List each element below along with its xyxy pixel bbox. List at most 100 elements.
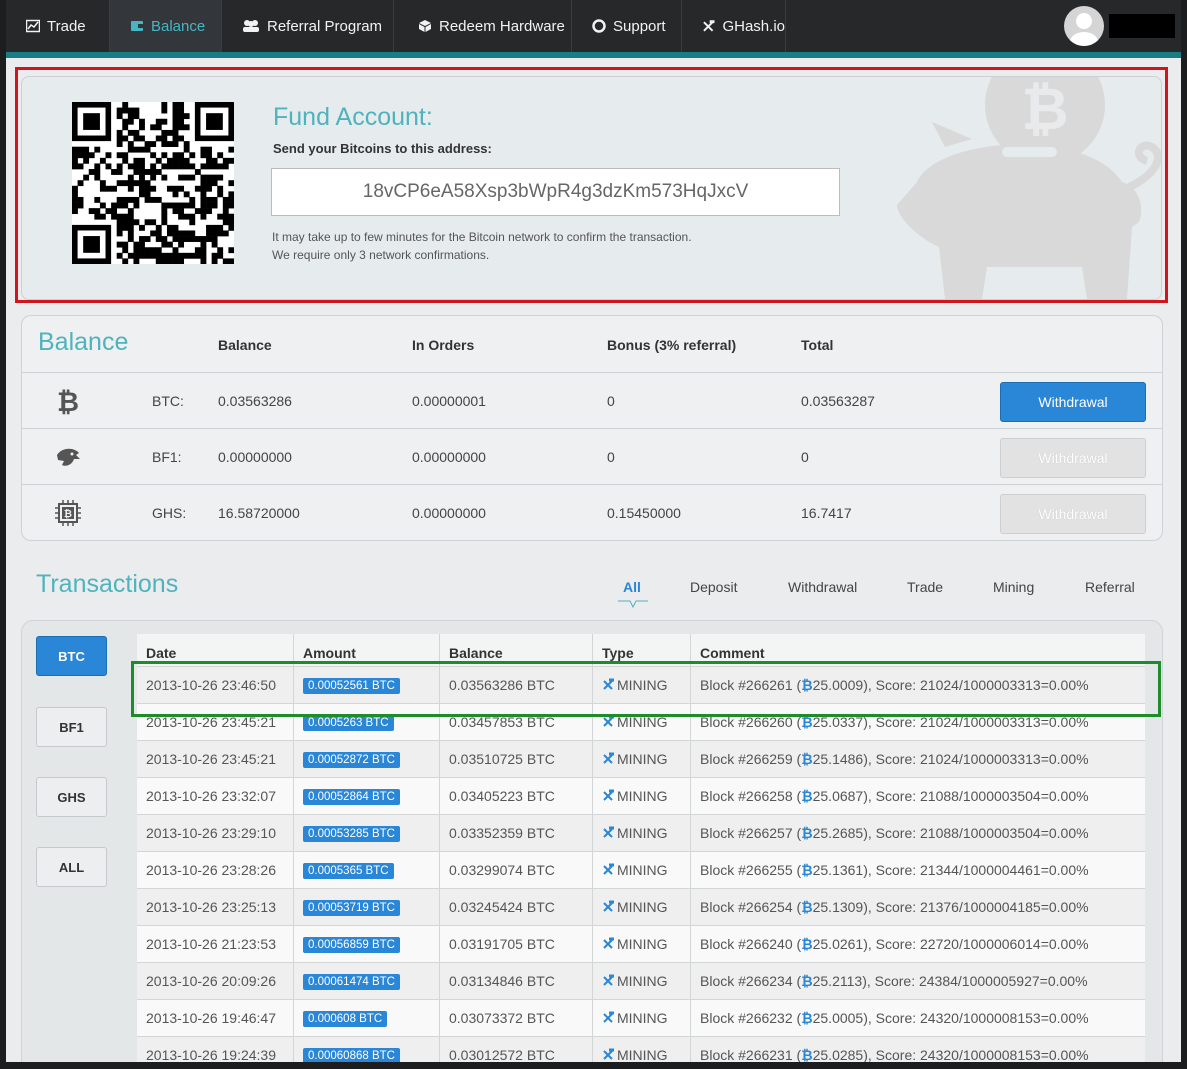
wallet-icon xyxy=(131,21,143,31)
block-score: ), Score: 21376/1000004185=0.00% xyxy=(863,899,1089,915)
block-reward: 25.0261 xyxy=(812,936,864,952)
col-header-balance: Balance xyxy=(218,337,272,353)
currency-filter-bf1[interactable]: BF1 xyxy=(36,707,107,747)
block-reward: 25.1309 xyxy=(812,899,864,915)
block-link[interactable]: Block #266234 ( xyxy=(700,973,801,989)
nav-item-trade[interactable]: Trade xyxy=(6,0,110,52)
block-reward: 25.0005 xyxy=(812,1010,864,1026)
tx-amount: 0.00053285 BTC xyxy=(303,815,400,851)
nav-item-balance[interactable]: Balance xyxy=(110,0,222,52)
block-link[interactable]: Block #266261 ( xyxy=(700,677,801,693)
tx-comment: Block #266261 (₿25.0009), Score: 21024/1… xyxy=(700,667,1089,703)
nav-label: Redeem Hardware xyxy=(439,17,565,35)
block-reward: 25.0687 xyxy=(812,788,864,804)
qr-code-icon xyxy=(72,102,234,264)
table-row: 2013-10-26 23:46:50 0.00052561 BTC 0.03563… xyxy=(137,667,1145,704)
bitcoin-icon: ₿ xyxy=(801,789,813,805)
table-row: 2013-10-26 21:23:53 0.00056859 BTC 0.03191… xyxy=(137,926,1145,963)
currency-filter-all[interactable]: ALL xyxy=(36,847,107,887)
table-row: 2013-10-26 20:09:26 0.00061474 BTC 0.03134… xyxy=(137,963,1145,1000)
tx-type: MINING xyxy=(602,889,668,925)
tx-balance: 0.03457853 BTC xyxy=(449,714,555,730)
tx-date: 2013-10-26 23:28:26 xyxy=(146,862,276,878)
bitcoin-icon: ₿ xyxy=(801,678,813,694)
tx-type-label: MINING xyxy=(617,973,668,989)
tx-amount: 0.00052872 BTC xyxy=(303,741,400,777)
tx-type: MINING xyxy=(602,815,668,851)
col-header-bonus: Bonus (3% referral) xyxy=(607,337,737,353)
mining-tools-icon xyxy=(603,826,614,838)
col-header-comment: Comment xyxy=(700,645,765,661)
table-row: 2013-10-26 23:28:26 0.0005365 BTC 0.032990… xyxy=(137,852,1145,889)
block-link[interactable]: Block #266260 ( xyxy=(700,714,801,730)
tx-amount: 0.00056859 BTC xyxy=(303,926,400,962)
balance-title: Balance xyxy=(38,328,129,356)
column-divider xyxy=(690,634,691,1062)
tab-mining[interactable]: Mining xyxy=(993,579,1034,595)
nav-item-ghash[interactable]: GHash.io xyxy=(682,0,786,52)
balance-value: 16.58720000 xyxy=(218,505,300,521)
username-redacted[interactable] xyxy=(1109,14,1175,38)
block-score: ), Score: 24384/1000005927=0.00% xyxy=(862,973,1088,989)
mining-tools-icon xyxy=(603,900,614,912)
currency-filter-ghs[interactable]: GHS xyxy=(36,777,107,817)
column-divider xyxy=(439,634,440,1062)
tab-referral[interactable]: Referral xyxy=(1085,579,1135,595)
amount-badge: 0.00056859 BTC xyxy=(303,937,400,954)
block-reward: 25.1361 xyxy=(812,862,864,878)
active-tab-indicator xyxy=(618,600,648,609)
block-link[interactable]: Block #266255 ( xyxy=(700,862,801,878)
tx-type-label: MINING xyxy=(617,899,668,915)
block-link[interactable]: Block #266231 ( xyxy=(700,1047,801,1062)
block-score: ), Score: 21344/1000004461=0.00% xyxy=(863,862,1089,878)
block-link[interactable]: Block #266258 ( xyxy=(700,788,801,804)
mining-tools-icon xyxy=(603,1048,614,1060)
tx-amount: 0.0005365 BTC xyxy=(303,852,394,888)
bitcoin-icon: ₿ xyxy=(801,863,813,879)
tx-type-label: MINING xyxy=(617,751,668,767)
tx-date: 2013-10-26 19:46:47 xyxy=(146,1010,276,1026)
tab-trade[interactable]: Trade xyxy=(907,579,943,595)
tx-type-label: MINING xyxy=(617,936,668,952)
nav-item-support[interactable]: Support xyxy=(572,0,682,52)
nav-item-redeem-hardware[interactable]: Redeem Hardware xyxy=(394,0,572,52)
mining-tools-icon xyxy=(603,937,614,949)
tx-date: 2013-10-26 19:24:39 xyxy=(146,1047,276,1062)
block-reward: 25.1486 xyxy=(812,751,864,767)
nav-label: GHash.io xyxy=(722,17,785,35)
tx-balance: 0.03405223 BTC xyxy=(449,788,555,804)
bitcoin-icon: ₿ xyxy=(801,1048,813,1062)
block-link[interactable]: Block #266232 ( xyxy=(700,1010,801,1026)
balance-row-bf1: BF1: 0.00000000 0.00000000 0 0 Withdrawa… xyxy=(22,428,1162,485)
tx-type-label: MINING xyxy=(617,677,668,693)
in-orders-value: 0.00000001 xyxy=(412,393,486,409)
tab-all[interactable]: All xyxy=(623,579,641,595)
tx-balance: 0.03191705 BTC xyxy=(449,936,555,952)
withdrawal-button-btc[interactable]: Withdrawal xyxy=(1000,382,1146,422)
currency-filter-btc[interactable]: BTC xyxy=(36,636,107,676)
tx-amount: 0.00052561 BTC xyxy=(303,667,400,703)
tab-withdrawal[interactable]: Withdrawal xyxy=(788,579,857,595)
balance-value: 0.03563286 xyxy=(218,393,292,409)
tx-comment: Block #266258 (₿25.0687), Score: 21088/1… xyxy=(700,778,1089,814)
tx-amount: 0.0005263 BTC xyxy=(303,704,394,740)
mining-tools-icon xyxy=(603,863,614,875)
withdrawal-button-bf1[interactable]: Withdrawal xyxy=(1000,438,1146,478)
block-link[interactable]: Block #266257 ( xyxy=(700,825,801,841)
nav-item-referral-program[interactable]: Referral Program xyxy=(222,0,394,52)
block-score: ), Score: 24320/1000008153=0.00% xyxy=(863,1047,1089,1062)
avatar[interactable] xyxy=(1064,6,1104,46)
withdrawal-button-ghs[interactable]: Withdrawal xyxy=(1000,494,1146,534)
block-link[interactable]: Block #266259 ( xyxy=(700,751,801,767)
tab-deposit[interactable]: Deposit xyxy=(690,579,737,595)
bitcoin-icon: ₿ xyxy=(801,752,813,768)
block-link[interactable]: Block #266254 ( xyxy=(700,899,801,915)
amount-badge: 0.00053285 BTC xyxy=(303,826,400,843)
col-header-total: Total xyxy=(801,337,834,353)
bitcoin-address-field[interactable]: 18vCP6eA58Xsp3bWpR4g3dzKm573HqJxcV xyxy=(271,168,840,216)
tx-balance: 0.03134846 BTC xyxy=(449,973,555,989)
tx-balance: 0.03563286 BTC xyxy=(449,677,555,693)
block-link[interactable]: Block #266240 ( xyxy=(700,936,801,952)
bonus-value: 0.15450000 xyxy=(607,505,681,521)
app-frame: Trade Balance Referral Program Redeem Ha… xyxy=(6,0,1181,1062)
